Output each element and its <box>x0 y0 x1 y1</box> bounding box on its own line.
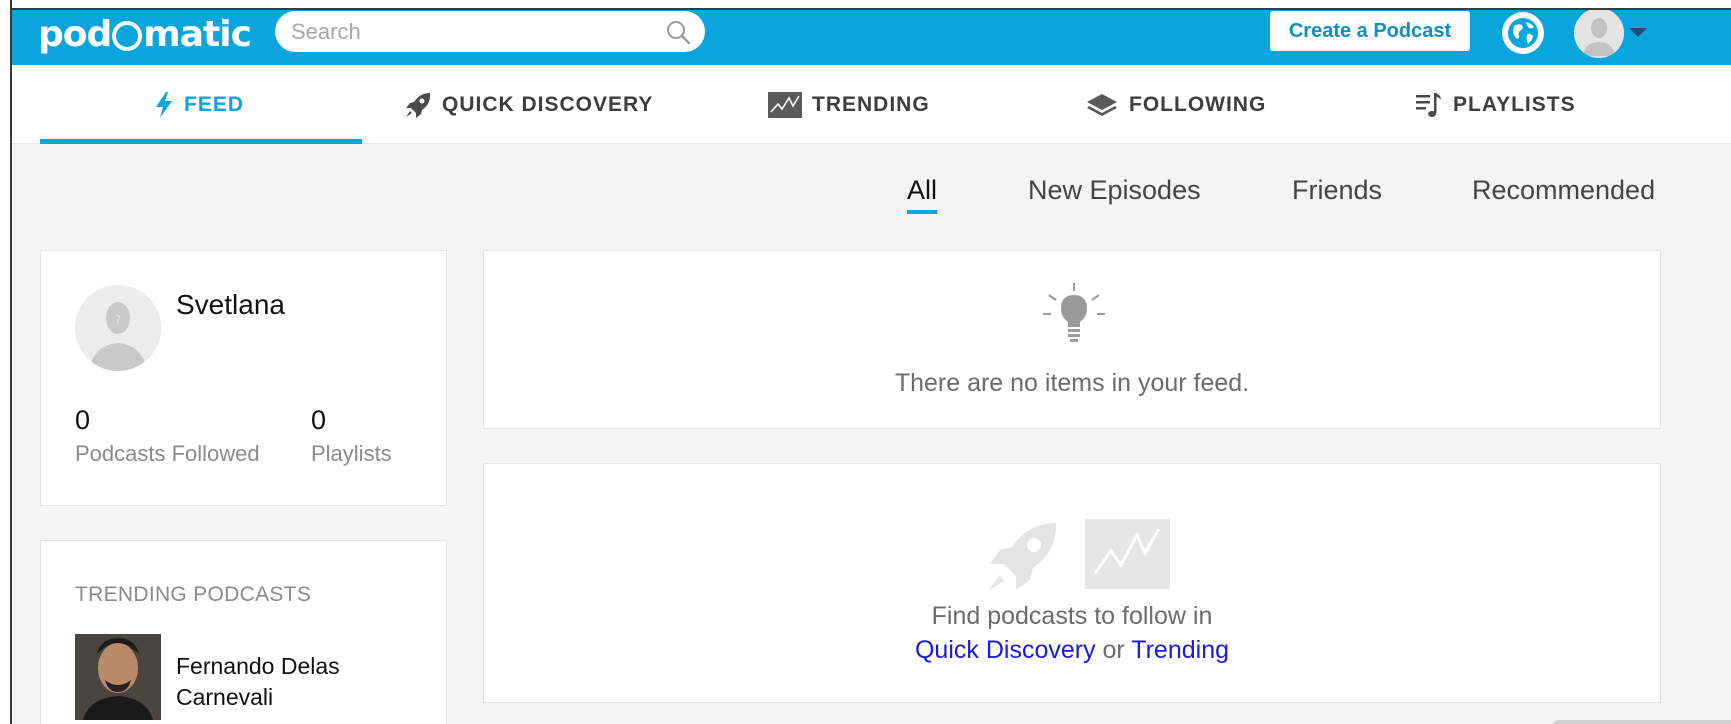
window-left-border <box>0 0 12 724</box>
create-podcast-button[interactable]: Create a Podcast <box>1270 11 1470 51</box>
globe-icon[interactable] <box>1502 12 1544 54</box>
user-avatar[interactable] <box>1574 10 1624 58</box>
playlist-icon <box>1416 92 1441 117</box>
active-filter-indicator <box>907 210 937 214</box>
podcasts-followed-label[interactable]: Podcasts Followed <box>75 441 260 467</box>
tab-feed[interactable]: FEED <box>154 65 244 144</box>
filter-all[interactable]: All <box>907 175 937 206</box>
quick-discovery-link[interactable]: Quick Discovery <box>915 636 1096 664</box>
profile-card: ? Svetlana 0 Podcasts Followed 0 Playlis… <box>40 250 447 506</box>
rocket-icon <box>988 523 1057 591</box>
find-podcasts-text: Find podcasts to follow in Quick Discove… <box>484 599 1660 667</box>
trending-podcasts-title: TRENDING PODCASTS <box>75 583 312 606</box>
empty-feed-message: There are no items in your feed. <box>894 369 1250 397</box>
playlists-count[interactable]: 0 <box>311 405 326 436</box>
filter-new-episodes[interactable]: New Episodes <box>1028 175 1201 206</box>
tab-trending[interactable]: TRENDING <box>768 65 930 144</box>
search-icon[interactable] <box>665 19 691 45</box>
avatar-silhouette-icon: ? <box>75 285 161 371</box>
find-podcasts-links: Quick Discovery or Trending <box>484 633 1660 667</box>
filter-recommended[interactable]: Recommended <box>1472 175 1655 206</box>
podcast-thumbnail[interactable] <box>75 634 161 720</box>
layers-icon <box>1087 93 1117 116</box>
tab-quick-discovery-label: QUICK DISCOVERY <box>442 92 654 116</box>
podomatic-logo[interactable]: pod matic <box>38 12 252 56</box>
top-bar: pod matic Create a Podcast <box>12 10 1731 65</box>
svg-text:?: ? <box>115 313 121 327</box>
tab-trending-label: TRENDING <box>812 92 930 116</box>
scrollbar[interactable] <box>1552 720 1731 724</box>
chevron-down-icon[interactable] <box>1629 28 1647 37</box>
trending-chart-icon <box>1085 519 1170 589</box>
logo-text-right: matic <box>143 13 252 55</box>
logo-text-left: pod <box>38 13 112 55</box>
window-top-border <box>0 0 1731 10</box>
find-podcasts-prefix: Find podcasts to follow in <box>931 602 1213 630</box>
tab-playlists[interactable]: PLAYLISTS <box>1415 65 1576 144</box>
lightbulb-icon <box>1043 283 1105 342</box>
tab-feed-label: FEED <box>184 92 245 116</box>
empty-feed-card: There are no items in your feed. <box>483 250 1661 429</box>
avatar-silhouette-icon <box>1574 10 1624 58</box>
playlists-label[interactable]: Playlists <box>311 441 392 467</box>
logo-o-ring <box>112 21 143 51</box>
trending-podcasts-card: TRENDING PODCASTS Fernando Delas Carneva… <box>40 540 447 724</box>
profile-name[interactable]: Svetlana <box>176 289 285 321</box>
search-box <box>275 11 705 52</box>
tab-playlists-label: PLAYLISTS <box>1453 92 1576 116</box>
filter-friends[interactable]: Friends <box>1292 175 1382 206</box>
lightning-icon <box>156 91 172 118</box>
find-podcasts-card: Find podcasts to follow in Quick Discove… <box>483 463 1661 703</box>
tab-following-label: FOLLOWING <box>1129 92 1267 116</box>
rocket-icon <box>406 92 431 118</box>
tab-quick-discovery[interactable]: QUICK DISCOVERY <box>404 65 653 144</box>
main-nav: FEED QUICK DISCOVERY TRENDING FOLLOWING … <box>12 65 1731 144</box>
or-text: or <box>1102 636 1125 664</box>
app-root: pod matic Create a Podcast <box>12 10 1731 724</box>
trending-link[interactable]: Trending <box>1131 636 1229 664</box>
trending-chart-icon <box>768 91 802 118</box>
window-frame: pod matic Create a Podcast <box>0 0 1731 724</box>
podcast-thumbnail-image <box>75 634 161 720</box>
active-tab-indicator <box>40 139 362 144</box>
avatar[interactable]: ? <box>75 285 161 371</box>
podcasts-followed-count[interactable]: 0 <box>75 405 90 436</box>
trending-podcast-name[interactable]: Fernando Delas Carnevali <box>176 651 396 713</box>
tab-following[interactable]: FOLLOWING <box>1085 65 1266 144</box>
search-input[interactable] <box>291 11 651 52</box>
